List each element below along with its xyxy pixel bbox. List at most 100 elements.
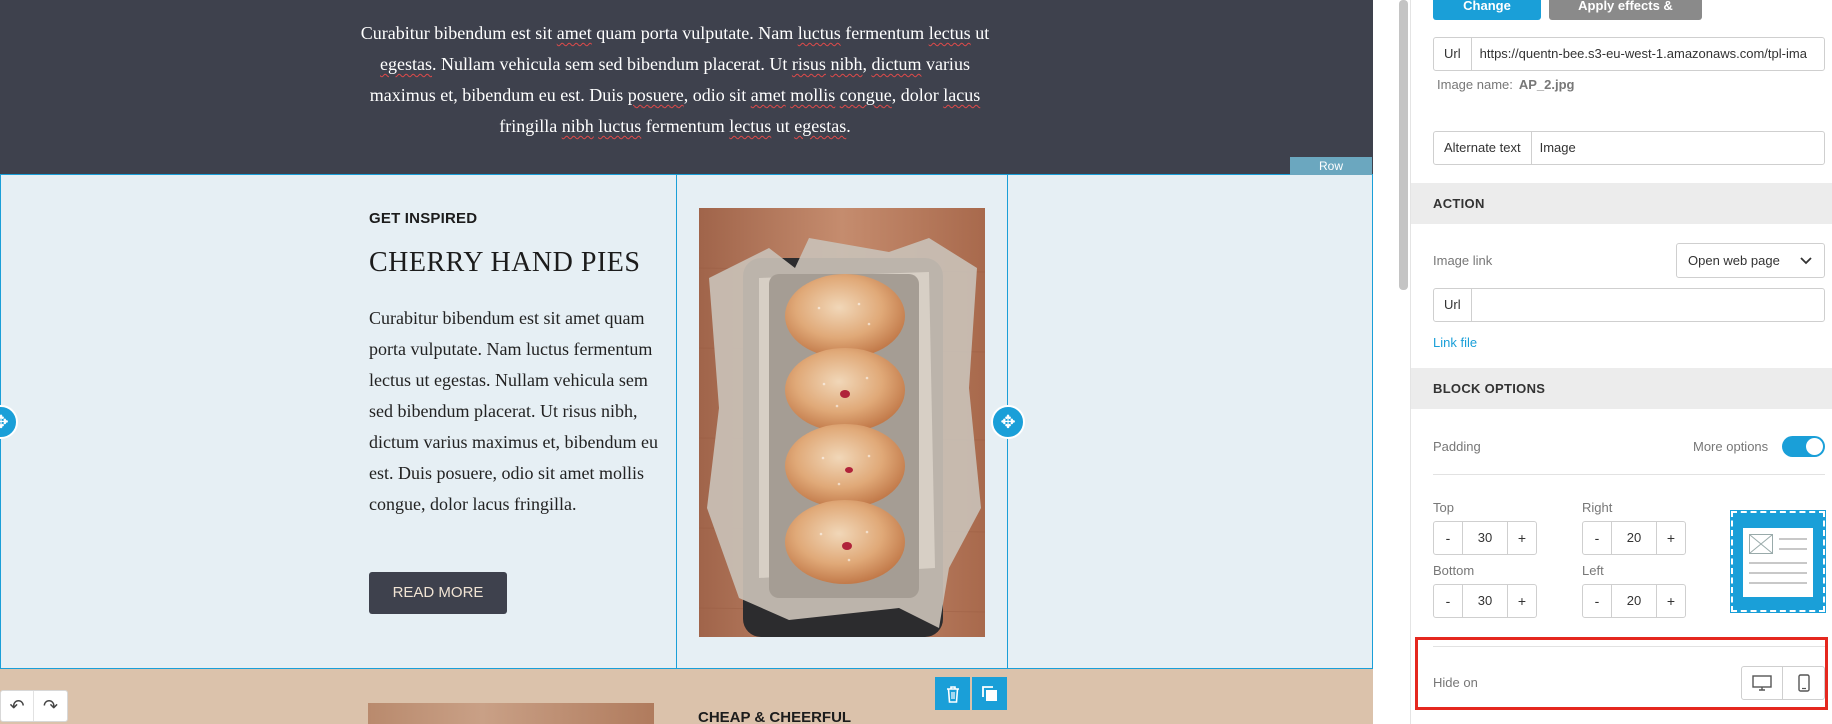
- change-image-button[interactable]: Change image: [1433, 0, 1541, 37]
- image-name-label: Image name:: [1437, 77, 1513, 92]
- misspelled-word: dictum: [871, 54, 922, 74]
- misspelled-word: nibh: [830, 54, 863, 74]
- image-url-field: Url https://quentn-bee.s3-eu-west-1.amaz…: [1433, 37, 1825, 71]
- decrement-button[interactable]: -: [1583, 522, 1611, 554]
- move-handle-right[interactable]: ✥: [991, 405, 1025, 439]
- more-options-toggle[interactable]: [1782, 436, 1825, 457]
- next-row-image[interactable]: [368, 703, 654, 724]
- misspelled-word: lectus: [729, 116, 772, 136]
- intro-paragraph[interactable]: Curabitur bibendum est sit amet quam por…: [360, 18, 990, 142]
- more-options-label: More options: [1693, 439, 1769, 454]
- padding-bottom-label: Bottom: [1433, 563, 1475, 578]
- intro-text-run: quam porta vulputate. Nam: [591, 23, 798, 43]
- padding-top-value[interactable]: 30: [1462, 522, 1508, 554]
- action-section-heading: ACTION: [1411, 183, 1832, 224]
- decrement-button[interactable]: -: [1583, 585, 1611, 617]
- padding-label: Padding: [1433, 439, 1481, 454]
- misspelled-word: luctus: [598, 116, 642, 136]
- link-file-link[interactable]: Link file: [1433, 335, 1477, 350]
- image-name-value: AP_2.jpg: [1518, 77, 1575, 92]
- misspelled-word: mollis: [790, 85, 836, 105]
- increment-button[interactable]: +: [1657, 585, 1685, 617]
- misspelled-word: luctus: [797, 23, 841, 43]
- undo-redo-bar: ↶ ↷: [0, 690, 68, 722]
- canvas-scrollbar[interactable]: [1373, 0, 1411, 724]
- intro-text-run: fringilla: [499, 116, 562, 136]
- hide-on-device-group: [1741, 666, 1825, 700]
- decrement-button[interactable]: -: [1434, 522, 1462, 554]
- scrollbar-thumb[interactable]: [1399, 0, 1408, 290]
- link-url-label: Url: [1434, 289, 1472, 321]
- padding-top-label: Top: [1433, 500, 1454, 515]
- misspelled-word: amet: [556, 23, 592, 43]
- next-row[interactable]: CHEAP & CHEERFUL: [0, 669, 1373, 724]
- article-body[interactable]: Curabitur bibendum est sit amet quam por…: [369, 303, 659, 520]
- image-placeholder-icon: [1749, 534, 1773, 554]
- intro-text-run: fermentum: [641, 116, 730, 136]
- dark-text-section[interactable]: Curabitur bibendum est sit amet quam por…: [0, 0, 1373, 174]
- intro-text-run: ut: [970, 23, 990, 43]
- editor-canvas: Curabitur bibendum est sit amet quam por…: [0, 0, 1373, 724]
- image-link-label: Image link: [1433, 253, 1493, 268]
- intro-text-run: . Nullam vehicula sem sed bibendum place…: [432, 54, 792, 74]
- misspelled-word: egestas: [794, 116, 847, 136]
- delete-icon[interactable]: [935, 677, 970, 710]
- alternate-text-input[interactable]: Image: [1532, 132, 1824, 164]
- link-url-field: Url: [1433, 288, 1825, 322]
- padding-left-stepper: - 20 +: [1582, 584, 1686, 618]
- decrement-button[interactable]: -: [1434, 585, 1462, 617]
- image-link-select-value: Open web page: [1688, 253, 1780, 268]
- padding-left-label: Left: [1582, 563, 1604, 578]
- image-column[interactable]: [676, 174, 1008, 669]
- misspelled-word: amet: [750, 85, 786, 105]
- mobile-icon[interactable]: [1783, 667, 1824, 699]
- chevron-down-icon: [1800, 244, 1812, 289]
- undo-icon[interactable]: ↶: [1, 691, 34, 721]
- image-link-select[interactable]: Open web page: [1676, 243, 1825, 278]
- block-options-heading: BLOCK OPTIONS: [1411, 368, 1832, 409]
- intro-text-run: Curabitur bibendum est sit: [360, 23, 557, 43]
- donuts-photo[interactable]: [699, 208, 985, 637]
- desktop-icon[interactable]: [1742, 667, 1783, 699]
- duplicate-icon[interactable]: [972, 677, 1007, 710]
- article-title[interactable]: CHERRY HAND PIES: [369, 247, 640, 279]
- increment-button[interactable]: +: [1508, 585, 1536, 617]
- alternate-text-label: Alternate text: [1434, 132, 1532, 164]
- padding-left-value[interactable]: 20: [1611, 585, 1657, 617]
- padding-top-stepper: - 30 +: [1433, 521, 1537, 555]
- misspelled-word: posuere: [627, 85, 684, 105]
- padding-preview-icon: [1730, 510, 1826, 613]
- padding-right-stepper: - 20 +: [1582, 521, 1686, 555]
- increment-button[interactable]: +: [1657, 522, 1685, 554]
- intro-text-run: , dolor: [891, 85, 944, 105]
- misspelled-word: egestas: [380, 54, 433, 74]
- alternate-text-field: Alternate text Image: [1433, 131, 1825, 165]
- intro-text-run: .: [846, 116, 851, 136]
- toggle-knob: [1806, 438, 1823, 455]
- kicker-text[interactable]: GET INSPIRED: [369, 210, 477, 227]
- image-url-input[interactable]: https://quentn-bee.s3-eu-west-1.amazonaw…: [1472, 38, 1824, 70]
- misspelled-word: congue: [839, 85, 892, 105]
- misspelled-word: risus: [791, 54, 826, 74]
- intro-text-run: fermentum: [840, 23, 929, 43]
- padding-right-label: Right: [1582, 500, 1613, 515]
- next-row-heading[interactable]: CHEAP & CHEERFUL: [698, 709, 851, 724]
- block-toolbar: [935, 677, 1007, 710]
- redo-icon[interactable]: ↷: [34, 691, 67, 721]
- intro-text-run: ut: [771, 116, 795, 136]
- misspelled-word: nibh: [561, 116, 594, 136]
- padding-bottom-value[interactable]: 30: [1462, 585, 1508, 617]
- misspelled-word: lacus: [943, 85, 981, 105]
- image-name: Image name: AP_2.jpg: [1437, 77, 1575, 92]
- selected-row[interactable]: Row GET INSPIRED CHERRY HAND PIES Curabi…: [0, 157, 1373, 669]
- row-tag[interactable]: Row: [1290, 157, 1372, 175]
- properties-panel: Change image Apply effects & more Url ht…: [1411, 0, 1832, 724]
- read-more-button[interactable]: READ MORE: [369, 572, 507, 614]
- misspelled-word: lectus: [928, 23, 971, 43]
- increment-button[interactable]: +: [1508, 522, 1536, 554]
- intro-text-run: , odio sit: [683, 85, 751, 105]
- padding-right-value[interactable]: 20: [1611, 522, 1657, 554]
- link-url-input[interactable]: [1472, 289, 1824, 321]
- apply-effects-button[interactable]: Apply effects & more: [1549, 0, 1702, 37]
- move-handle-left[interactable]: ✥: [0, 405, 18, 439]
